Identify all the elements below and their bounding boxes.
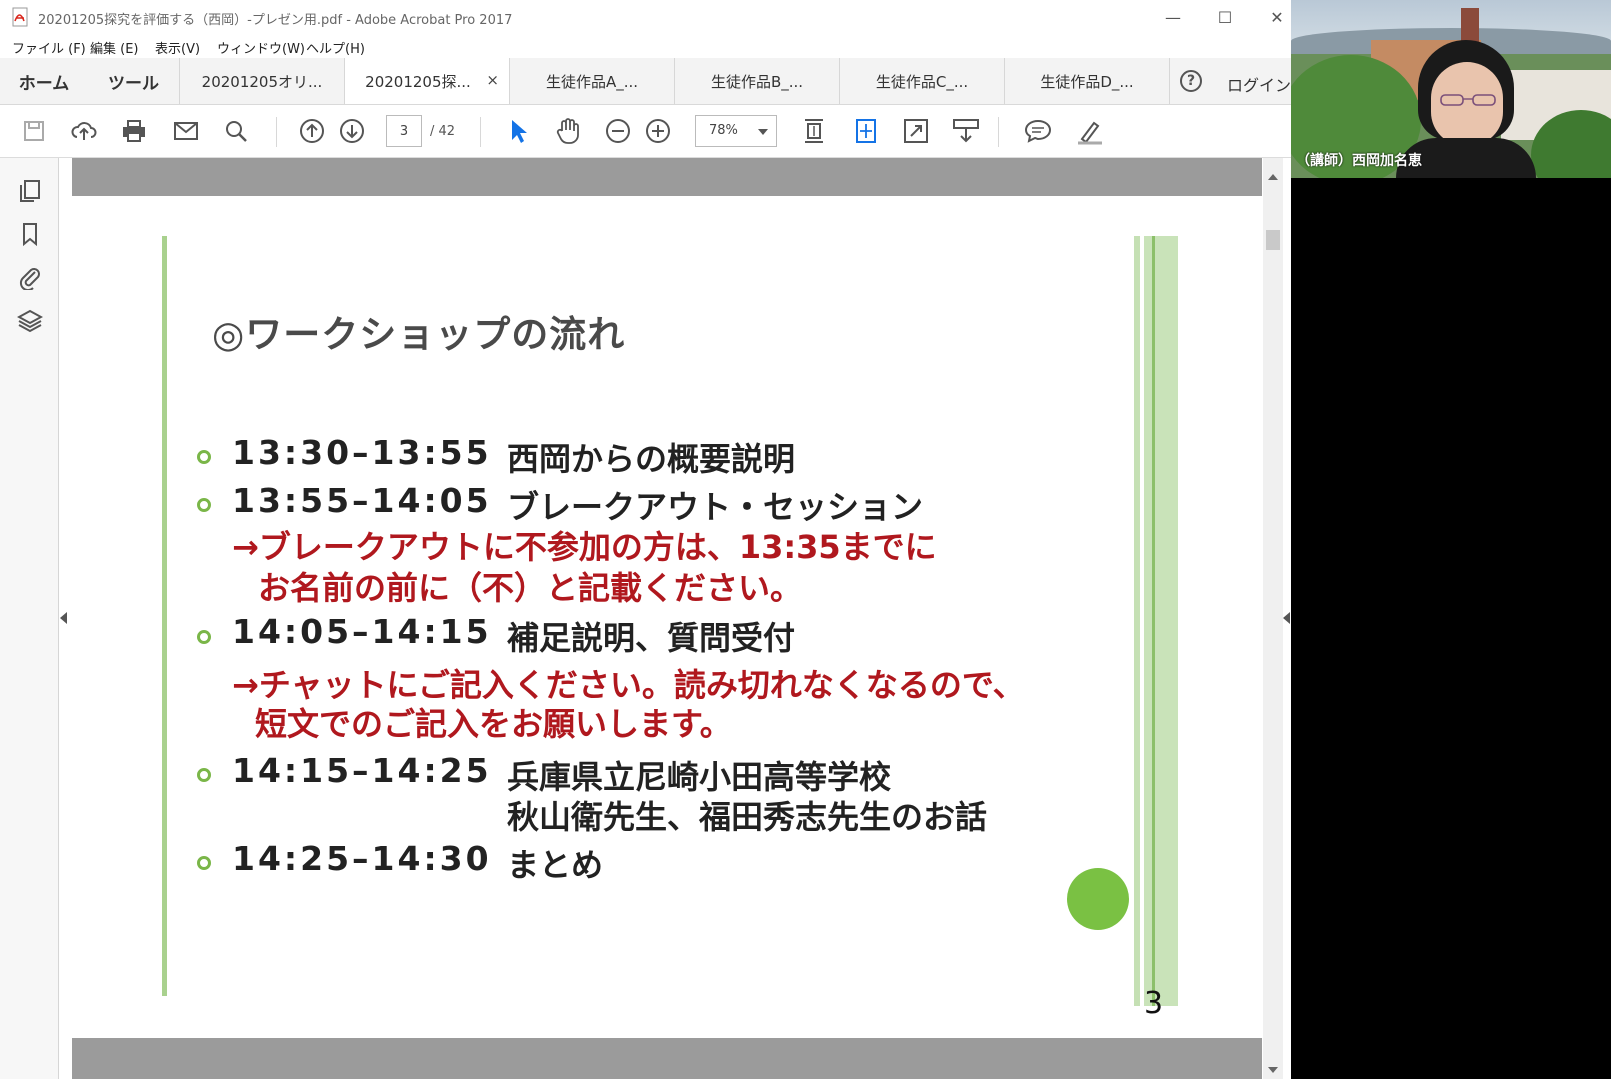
toolbar-separator bbox=[480, 117, 481, 147]
bookmark-icon[interactable] bbox=[17, 221, 43, 247]
slide-right-accent-bar bbox=[1134, 236, 1140, 1006]
tab-doc-1[interactable]: 20201205オリ... bbox=[180, 58, 345, 104]
maximize-button[interactable]: ☐ bbox=[1199, 0, 1251, 34]
full-screen-icon[interactable] bbox=[902, 117, 930, 145]
read-mode-icon[interactable] bbox=[952, 117, 980, 145]
collapse-left-pane-icon[interactable] bbox=[60, 612, 67, 624]
scroll-thumb[interactable] bbox=[1266, 230, 1280, 250]
schedule-note: →ブレークアウトに不参加の方は、13:35までに bbox=[232, 528, 937, 566]
title-bar: 20201205探究を評価する（西岡）-プレゼン用.pdf - Adobe Ac… bbox=[0, 0, 1291, 36]
zoom-in-icon[interactable] bbox=[644, 117, 672, 145]
participant-glasses bbox=[1440, 94, 1496, 106]
slide-green-dot bbox=[1067, 868, 1129, 930]
pdf-page: ◎ワークショップの流れ 13:30–13:55 西岡からの概要説明 13:55–… bbox=[72, 196, 1262, 1038]
tab-doc-2[interactable]: 20201205探... × bbox=[345, 58, 510, 104]
close-window-button[interactable]: ✕ bbox=[1251, 0, 1291, 34]
search-icon[interactable] bbox=[222, 117, 250, 145]
page-total: / 42 bbox=[430, 124, 456, 139]
schedule-text: 補足説明、質問受付 bbox=[507, 619, 796, 657]
fit-page-icon[interactable] bbox=[852, 117, 880, 145]
minimize-button[interactable]: — bbox=[1147, 0, 1199, 34]
schedule-time: 13:30–13:55 bbox=[232, 433, 492, 472]
tab-label: 20201205オリ... bbox=[201, 72, 323, 91]
help-icon[interactable]: ? bbox=[1180, 70, 1202, 92]
slide-right-accent-bar bbox=[1144, 236, 1178, 1006]
slide-right-accent-line bbox=[1152, 236, 1155, 1006]
navigation-pane bbox=[0, 158, 59, 1079]
schedule-text: 西岡からの概要説明 bbox=[507, 440, 796, 478]
highlight-pen-icon[interactable] bbox=[1076, 117, 1104, 145]
bullet-icon bbox=[197, 498, 211, 512]
menu-file[interactable]: ファイル (F) bbox=[12, 38, 86, 57]
vertical-scrollbar[interactable] bbox=[1263, 158, 1283, 1079]
tab-tools[interactable]: ツール bbox=[88, 58, 180, 104]
cloud-upload-icon[interactable] bbox=[70, 117, 98, 145]
bullet-icon bbox=[197, 768, 211, 782]
tab-label: 生徒作品D_... bbox=[1040, 72, 1134, 91]
close-tab-icon[interactable]: × bbox=[486, 71, 499, 89]
schedule-time: 14:25–14:30 bbox=[232, 839, 492, 878]
schedule-time: 14:15–14:25 bbox=[232, 751, 492, 790]
bullet-icon bbox=[197, 630, 211, 644]
tab-doc-3[interactable]: 生徒作品A_... bbox=[510, 58, 675, 104]
previous-page-icon[interactable] bbox=[298, 117, 326, 145]
tab-label: 生徒作品A_... bbox=[545, 72, 639, 91]
select-arrow-icon[interactable] bbox=[504, 117, 532, 145]
zoom-value: 78% bbox=[709, 123, 738, 138]
tab-doc-6[interactable]: 生徒作品D_... bbox=[1005, 58, 1170, 104]
email-icon[interactable] bbox=[172, 117, 200, 145]
print-icon[interactable] bbox=[120, 117, 148, 145]
slide-page-number: 3 bbox=[1144, 986, 1164, 1021]
next-page-icon[interactable] bbox=[338, 117, 366, 145]
toolbar: 3 / 42 78% bbox=[0, 105, 1291, 158]
comment-icon[interactable] bbox=[1024, 117, 1052, 145]
toolbar-separator bbox=[276, 117, 277, 147]
participant-video: （講師）西岡加名恵 bbox=[1291, 0, 1611, 178]
login-link[interactable]: ログイン bbox=[1227, 72, 1291, 96]
acrobat-window: 20201205探究を評価する（西岡）-プレゼン用.pdf - Adobe Ac… bbox=[0, 0, 1291, 1079]
tab-doc-5[interactable]: 生徒作品C_... bbox=[840, 58, 1005, 104]
schedule-time: 13:55–14:05 bbox=[232, 481, 492, 520]
tab-doc-4[interactable]: 生徒作品B_... bbox=[675, 58, 840, 104]
tab-label: 生徒作品B_... bbox=[710, 72, 804, 91]
menu-view[interactable]: 表示(V) bbox=[155, 38, 200, 57]
schedule-note: 短文でのご記入をお願いします。 bbox=[255, 705, 732, 743]
zoom-select[interactable]: 78% bbox=[695, 115, 777, 147]
slide-title: ◎ワークショップの流れ bbox=[212, 313, 626, 356]
tab-bar: ホーム ツール 20201205オリ... 20201205探... × 生徒作… bbox=[0, 58, 1291, 105]
acrobat-pdf-icon bbox=[12, 7, 28, 27]
schedule-text: 秋山衛先生、福田秀志先生のお話 bbox=[507, 798, 988, 836]
toolbar-separator bbox=[998, 117, 999, 147]
document-viewer: ◎ワークショップの流れ 13:30–13:55 西岡からの概要説明 13:55–… bbox=[72, 158, 1262, 1079]
scroll-mode-icon[interactable] bbox=[800, 117, 828, 145]
menu-bar: ファイル (F) 編集 (E) 表示(V) ウィンドウ(W) ヘルプ(H) bbox=[0, 36, 1291, 58]
slide-left-accent-bar bbox=[162, 236, 167, 996]
page-number-input[interactable]: 3 bbox=[386, 115, 422, 147]
attachment-icon[interactable] bbox=[17, 264, 43, 290]
save-icon[interactable] bbox=[20, 117, 48, 145]
tab-home[interactable]: ホーム bbox=[0, 58, 88, 104]
chevron-down-icon bbox=[758, 129, 768, 135]
menu-window[interactable]: ウィンドウ(W) bbox=[217, 38, 305, 57]
schedule-text: まとめ bbox=[507, 846, 604, 884]
page-thumbnails-icon[interactable] bbox=[17, 178, 43, 204]
schedule-time: 14:05–14:15 bbox=[232, 612, 492, 651]
schedule-note: お名前の前に（不）と記載ください。 bbox=[258, 569, 803, 607]
participant-name: （講師）西岡加名恵 bbox=[1296, 153, 1422, 169]
zoom-out-icon[interactable] bbox=[604, 117, 632, 145]
scroll-up-icon[interactable] bbox=[1268, 174, 1278, 180]
tab-label: 生徒作品C_... bbox=[875, 72, 969, 91]
expand-right-pane-icon[interactable] bbox=[1283, 612, 1290, 624]
menu-edit[interactable]: 編集 (E) bbox=[90, 38, 139, 57]
layers-icon[interactable] bbox=[17, 308, 43, 334]
menu-help[interactable]: ヘルプ(H) bbox=[306, 38, 365, 57]
scroll-down-icon[interactable] bbox=[1268, 1067, 1278, 1073]
tab-label: 20201205探... bbox=[365, 72, 471, 91]
bullet-icon bbox=[197, 856, 211, 870]
hand-tool-icon[interactable] bbox=[554, 117, 582, 145]
bullet-icon bbox=[197, 450, 211, 464]
window-title: 20201205探究を評価する（西岡）-プレゼン用.pdf - Adobe Ac… bbox=[38, 13, 513, 28]
